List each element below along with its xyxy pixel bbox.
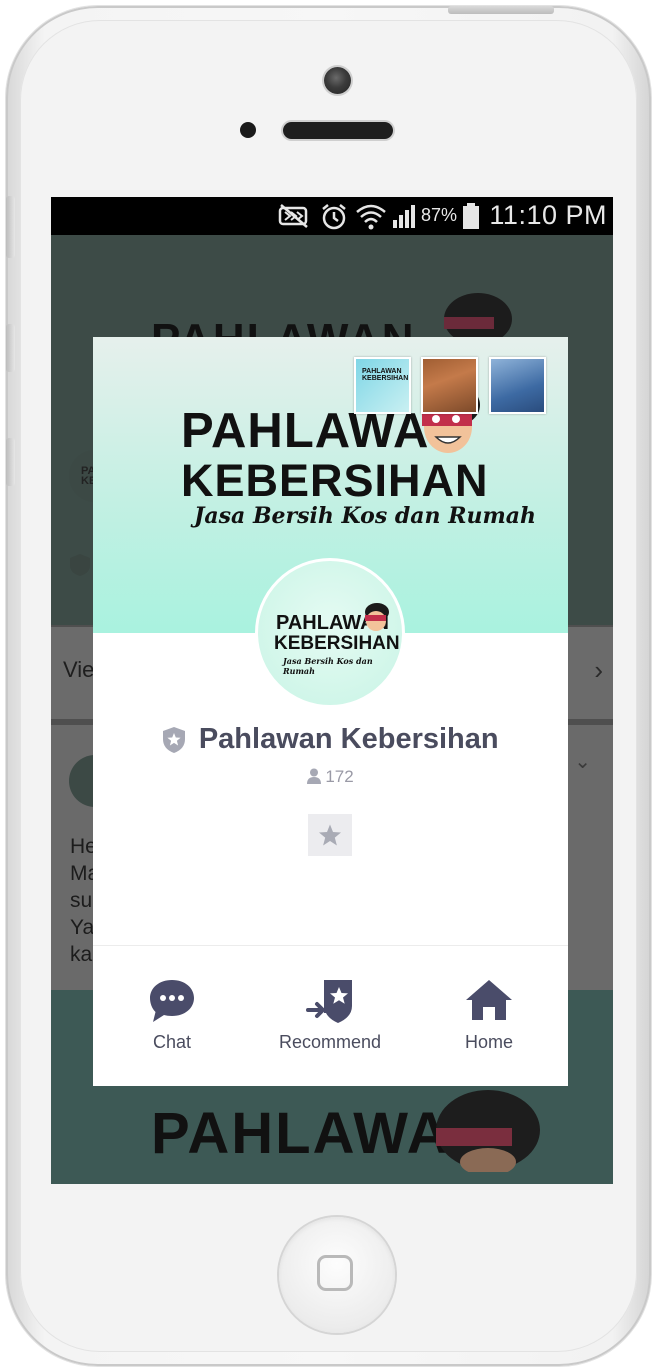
mute-switch <box>6 196 15 258</box>
chat-bubble-icon <box>150 980 194 1022</box>
profile-name-row: Pahlawan Kebersihan <box>93 723 568 763</box>
wifi-icon <box>356 204 386 230</box>
person-icon <box>307 768 322 784</box>
background-view-label: Vie <box>63 657 95 682</box>
profile-popup-card: PAHLAWAN KEBERSIHAN Jasa Bersih Kos dan … <box>93 337 568 1086</box>
cover-thumbnail-3[interactable] <box>489 357 546 414</box>
star-icon <box>319 824 341 846</box>
profile-avatar[interactable]: PAHLAWAN KEBERSIHAN Jasa Bersih Kos dan … <box>255 558 405 708</box>
avatar-tagline: Jasa Bersih Kos dan Rumah <box>283 656 373 676</box>
chat-button[interactable]: Chat <box>93 946 251 1086</box>
friend-count-row: 172 <box>93 767 568 787</box>
mute-icon <box>278 204 308 228</box>
phone-screen: 87% 11:10 PM PAHLAWAN PAKE Vie › ⌄ <box>51 197 613 1184</box>
chevron-right-icon: › <box>594 655 603 685</box>
home-label: Home <box>464 1032 513 1052</box>
chat-label: Chat <box>152 1032 192 1052</box>
front-camera <box>324 67 351 94</box>
battery-icon <box>463 203 479 229</box>
recommend-icon <box>306 980 352 1023</box>
cover-thumbnail-2[interactable] <box>421 357 478 414</box>
earpiece-speaker <box>283 122 393 139</box>
background-mascot-image-2 <box>436 1090 540 1172</box>
favorite-button[interactable] <box>308 814 352 856</box>
home-button[interactable]: Home <box>410 946 568 1086</box>
status-bar: 87% 11:10 PM <box>51 197 613 235</box>
volume-up-button <box>6 324 15 372</box>
signal-icon <box>393 205 415 228</box>
cover-logo-line2: KEBERSIHAN <box>181 455 489 506</box>
home-button-square-icon <box>317 1255 353 1291</box>
proximity-sensor <box>240 122 256 138</box>
official-shield-icon <box>163 726 186 753</box>
home-hardware-button[interactable] <box>279 1217 395 1333</box>
background-shield-icon <box>70 554 90 576</box>
profile-name: Pahlawan Kebersihan <box>198 723 499 755</box>
chevron-down-icon: ⌄ <box>574 751 591 773</box>
recommend-label: Recommend <box>278 1032 382 1052</box>
avatar-logo-line2: KEBERSIHAN <box>274 633 400 654</box>
clock: 11:10 PM <box>489 200 607 230</box>
cover-thumbnail-1[interactable]: PAHLAWAN KEBERSIHAN <box>354 357 411 414</box>
battery-percent: 87% <box>421 205 458 225</box>
volume-down-button <box>6 438 15 486</box>
thumbnail-logo-text: PAHLAWAN KEBERSIHAN <box>362 368 409 382</box>
friend-count: 172 <box>325 767 354 786</box>
action-bar: Chat Recommend Home <box>93 946 568 1086</box>
alarm-icon <box>322 204 346 230</box>
cover-tagline: Jasa Bersih Kos dan Rumah <box>194 503 536 529</box>
avatar-mascot-image <box>365 603 389 631</box>
home-icon <box>466 980 512 1020</box>
power-button <box>448 6 554 14</box>
recommend-button[interactable]: Recommend <box>251 946 409 1086</box>
